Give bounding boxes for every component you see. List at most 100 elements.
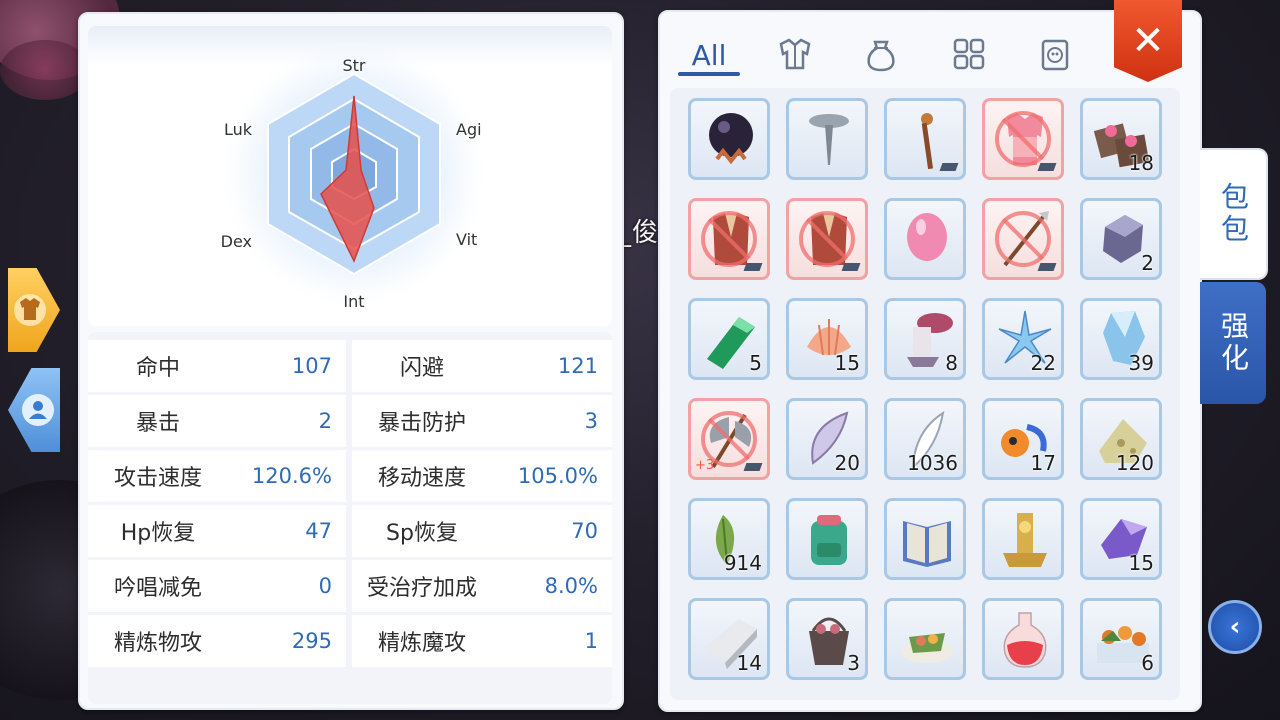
stat-value: 295 — [291, 629, 332, 653]
inventory-slot[interactable] — [982, 198, 1064, 280]
inventory-slot[interactable] — [688, 98, 770, 180]
inventory-slot[interactable]: 120 — [1080, 398, 1162, 480]
stat-value: 2 — [318, 409, 332, 433]
item-quantity: 2 — [1141, 251, 1154, 275]
inventory-slot[interactable] — [884, 598, 966, 680]
inventory-slot[interactable] — [982, 598, 1064, 680]
attribute-radar-chart: Str Agi Vit Int Dex Luk — [88, 26, 612, 326]
inventory-slot[interactable]: 914 — [688, 498, 770, 580]
item-quantity: 6 — [1141, 651, 1154, 675]
inventory-slot[interactable]: 6 — [1080, 598, 1162, 680]
inventory-slot[interactable]: 18 — [1080, 98, 1162, 180]
stat-value: 120.6% — [251, 464, 332, 488]
tab-materials[interactable] — [934, 30, 1004, 80]
card-icon — [1041, 39, 1069, 71]
inventory-slot[interactable]: 15 — [1080, 498, 1162, 580]
inventory-slot[interactable]: 15 — [786, 298, 868, 380]
tab-consumables[interactable] — [846, 30, 916, 80]
equip-slot-tag-icon — [939, 163, 959, 171]
stat-row: 移动速度 105.0% — [352, 450, 612, 502]
stat-row: 命中 107 — [88, 340, 346, 392]
inventory-slot[interactable] — [884, 498, 966, 580]
tab-cards[interactable] — [1020, 30, 1090, 80]
inventory-panel: All 18 2 5 15 8 22 39 +3 20 1036 17 120 914 15 14 3 6 — [658, 10, 1202, 712]
stat-name: 闪避 — [399, 356, 444, 381]
collapse-button[interactable]: ‹ — [1208, 600, 1262, 654]
inventory-slot[interactable] — [982, 498, 1064, 580]
equip-slot-tag-icon — [841, 263, 861, 271]
close-button[interactable]: ✕ — [1114, 0, 1182, 82]
stat-value: 3 — [584, 409, 598, 433]
inventory-slot[interactable]: 2 — [1080, 198, 1162, 280]
stat-row: Sp恢复 70 — [352, 505, 612, 557]
inventory-slot[interactable] — [786, 498, 868, 580]
stat-name: 移动速度 — [377, 466, 466, 491]
inventory-slot[interactable]: 17 — [982, 398, 1064, 480]
stat-name: 攻击速度 — [113, 466, 202, 491]
active-tab-indicator — [678, 72, 740, 76]
equip-slot-tag-icon — [743, 463, 763, 471]
dark-orb-icon — [709, 113, 753, 165]
stat-value: 1 — [584, 629, 598, 653]
stat-value: 105.0% — [517, 464, 598, 488]
red-potion-icon — [1003, 612, 1047, 668]
radar-label-str: Str — [342, 56, 365, 75]
radar-label-int: Int — [343, 292, 364, 311]
inventory-slot[interactable] — [688, 198, 770, 280]
chevron-left-icon: ‹ — [1229, 612, 1241, 642]
inventory-slot[interactable]: 3 — [786, 598, 868, 680]
side-tab-enhance[interactable]: 强化 — [1200, 282, 1266, 404]
stat-row: 攻击速度 120.6% — [88, 450, 346, 502]
stat-value: 107 — [291, 354, 332, 378]
item-quantity: 5 — [749, 351, 762, 375]
inventory-slot[interactable] — [786, 98, 868, 180]
equipment-side-button[interactable] — [8, 268, 60, 352]
stats-table: 命中 107 闪避 121 暴击 2 暴击防护 3 攻击速度 120.6% 移动速度 105.0% Hp… — [88, 332, 612, 704]
inventory-slot[interactable]: 1036 — [884, 398, 966, 480]
inventory-slot[interactable]: 20 — [786, 398, 868, 480]
tab-all-label: All — [691, 38, 727, 72]
stat-row: 精炼魔攻 1 — [352, 615, 612, 667]
stat-row: Hp恢复 47 — [88, 505, 346, 557]
refine-level: +3 — [695, 458, 715, 473]
inventory-grid: 18 2 5 15 8 22 39 +3 20 1036 17 120 914 15 14 3 6 — [670, 88, 1180, 700]
background-decoration — [0, 40, 90, 100]
equip-slot-tag-icon — [1037, 263, 1057, 271]
inventory-slot[interactable]: 14 — [688, 598, 770, 680]
tab-equipment[interactable] — [760, 30, 830, 80]
item-quantity: 17 — [1030, 451, 1056, 475]
stat-name: 精炼魔攻 — [377, 631, 466, 656]
item-quantity: 14 — [736, 651, 762, 675]
inventory-slot[interactable] — [786, 198, 868, 280]
pink-balloon-icon — [907, 213, 947, 261]
stat-row: 暴击 2 — [88, 395, 346, 447]
inventory-slot[interactable]: 5 — [688, 298, 770, 380]
item-quantity: 914 — [723, 551, 762, 575]
unusable-mark-icon — [995, 111, 1051, 167]
side-tab-bag[interactable]: 包包 — [1200, 148, 1268, 280]
inventory-slot[interactable]: 22 — [982, 298, 1064, 380]
armor-icon — [779, 38, 811, 70]
inventory-slot[interactable] — [884, 98, 966, 180]
inventory-slot[interactable]: 8 — [884, 298, 966, 380]
item-quantity: 18 — [1128, 151, 1154, 175]
stat-name: 吟唱减免 — [113, 576, 202, 601]
person-icon — [22, 394, 54, 426]
radar-label-dex: Dex — [221, 232, 252, 251]
inventory-slot[interactable] — [982, 98, 1064, 180]
inventory-slot[interactable] — [884, 198, 966, 280]
inventory-slot[interactable]: 39 — [1080, 298, 1162, 380]
character-side-button[interactable] — [8, 368, 60, 452]
inventory-slot[interactable]: +3 — [688, 398, 770, 480]
stat-name: 暴击防护 — [377, 411, 466, 436]
gold-statue-icon — [1003, 513, 1047, 567]
item-quantity: 120 — [1115, 451, 1154, 475]
stat-name: 命中 — [135, 356, 180, 381]
equip-slot-tag-icon — [1037, 163, 1057, 171]
stat-value: 8.0% — [544, 574, 598, 598]
stat-name: 暴击 — [135, 411, 180, 436]
stat-value: 70 — [571, 519, 598, 543]
item-quantity: 20 — [834, 451, 860, 475]
shirt-icon — [14, 294, 46, 326]
grid-icon — [953, 38, 985, 70]
